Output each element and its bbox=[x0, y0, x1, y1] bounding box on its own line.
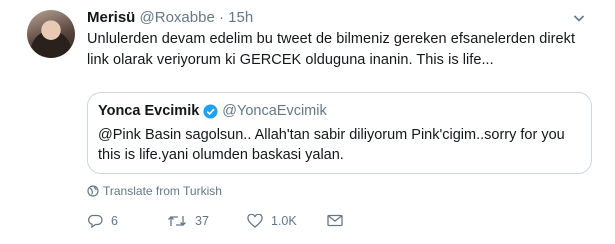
display-name[interactable]: Merisü bbox=[87, 9, 135, 26]
like-icon bbox=[247, 214, 263, 228]
retweet-button[interactable]: 37 bbox=[167, 214, 209, 228]
reply-count: 6 bbox=[111, 214, 118, 228]
quoted-tweet-header: Yonca Evcimik @YoncaEvcimik bbox=[98, 103, 327, 119]
like-count: 1.0K bbox=[271, 214, 297, 228]
tweet-header: Merisü @Roxabbe · 15h bbox=[87, 9, 253, 26]
quoted-handle: @YoncaEvcimik bbox=[222, 103, 327, 119]
tweet-text: Unlulerden devam edelim bu tweet de bilm… bbox=[87, 31, 576, 68]
quoted-tweet[interactable]: Yonca Evcimik @YoncaEvcimik @Pink Basin … bbox=[87, 92, 592, 174]
reply-button[interactable]: 6 bbox=[87, 214, 118, 228]
quoted-tweet-text: @Pink Basin sagolsun.. Allah'tan sabir d… bbox=[98, 127, 565, 163]
retweet-count: 37 bbox=[195, 214, 209, 228]
quoted-display-name: Yonca Evcimik bbox=[98, 103, 200, 119]
like-button[interactable]: 1.0K bbox=[247, 214, 297, 228]
direct-message-icon bbox=[327, 214, 343, 227]
translate-label[interactable]: Translate from Turkish bbox=[103, 184, 222, 198]
timestamp[interactable]: 15h bbox=[228, 9, 253, 26]
reply-icon bbox=[88, 214, 103, 228]
chevron-down-icon[interactable] bbox=[573, 12, 585, 24]
handle[interactable]: @Roxabbe bbox=[140, 9, 215, 26]
verified-badge-icon bbox=[203, 103, 218, 119]
separator: · bbox=[218, 9, 224, 26]
avatar[interactable] bbox=[27, 10, 75, 58]
translate-link[interactable]: Translate from Turkish bbox=[87, 184, 222, 198]
retweet-icon bbox=[168, 216, 186, 226]
direct-message-button[interactable] bbox=[327, 214, 351, 227]
globe-icon bbox=[87, 185, 99, 197]
